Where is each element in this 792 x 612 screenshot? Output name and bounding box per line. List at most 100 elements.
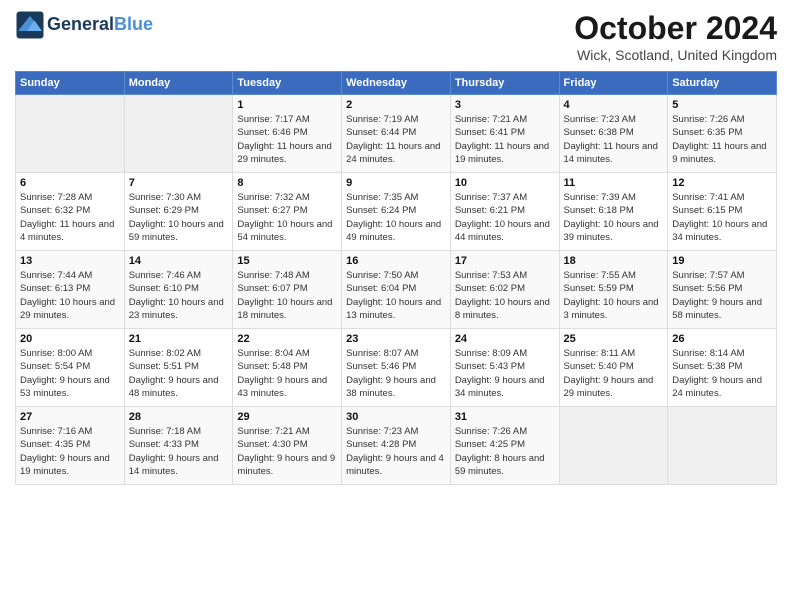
day-detail: Sunrise: 7:17 AMSunset: 6:46 PMDaylight:… bbox=[237, 113, 337, 166]
day-detail: Sunrise: 8:04 AMSunset: 5:48 PMDaylight:… bbox=[237, 347, 337, 400]
day-detail: Sunrise: 7:44 AMSunset: 6:13 PMDaylight:… bbox=[20, 269, 120, 322]
day-number: 26 bbox=[672, 333, 772, 345]
calendar-cell bbox=[668, 407, 777, 485]
day-number: 30 bbox=[346, 411, 446, 423]
day-number: 10 bbox=[455, 177, 555, 189]
day-detail: Sunrise: 7:32 AMSunset: 6:27 PMDaylight:… bbox=[237, 191, 337, 244]
calendar-cell: 13 Sunrise: 7:44 AMSunset: 6:13 PMDayligh… bbox=[16, 251, 125, 329]
calendar-cell: 8Sunrise: 7:32 AMSunset: 6:27 PMDaylight… bbox=[233, 173, 342, 251]
calendar-cell: 29 Sunrise: 7:21 AMSunset: 4:30 PMDayligh… bbox=[233, 407, 342, 485]
calendar-cell bbox=[16, 95, 125, 173]
calendar-cell: 14Sunrise: 7:46 AMSunset: 6:10 PMDayligh… bbox=[124, 251, 233, 329]
day-number: 4 bbox=[564, 99, 664, 111]
day-detail: Sunrise: 8:11 AMSunset: 5:40 PMDaylight:… bbox=[564, 347, 664, 400]
day-number: 19 bbox=[672, 255, 772, 267]
calendar-cell: 21 Sunrise: 8:02 AMSunset: 5:51 PMDayligh… bbox=[124, 329, 233, 407]
day-number: 31 bbox=[455, 411, 555, 423]
title-block: October 2024 Wick, Scotland, United King… bbox=[574, 10, 777, 63]
month-title: October 2024 bbox=[574, 10, 777, 47]
day-detail: Sunrise: 7:50 AMSunset: 6:04 PMDaylight:… bbox=[346, 269, 446, 322]
calendar-cell: 27 Sunrise: 7:16 AMSunset: 4:35 PMDayligh… bbox=[16, 407, 125, 485]
day-detail: Sunrise: 7:19 AMSunset: 6:44 PMDaylight:… bbox=[346, 113, 446, 166]
calendar-cell: 30 Sunrise: 7:23 AMSunset: 4:28 PMDayligh… bbox=[342, 407, 451, 485]
weekday-header-saturday: Saturday bbox=[668, 72, 777, 95]
logo-icon bbox=[15, 10, 45, 40]
day-number: 13 bbox=[20, 255, 120, 267]
day-detail: Sunrise: 7:26 AMSunset: 4:25 PMDaylight:… bbox=[455, 425, 555, 478]
calendar-cell: 26 Sunrise: 8:14 AMSunset: 5:38 PMDayligh… bbox=[668, 329, 777, 407]
day-number: 27 bbox=[20, 411, 120, 423]
day-number: 11 bbox=[564, 177, 664, 189]
calendar-cell: 18 Sunrise: 7:55 AMSunset: 5:59 PMDayligh… bbox=[559, 251, 668, 329]
day-detail: Sunrise: 7:48 AMSunset: 6:07 PMDaylight:… bbox=[237, 269, 337, 322]
calendar-week-row: 27 Sunrise: 7:16 AMSunset: 4:35 PMDayligh… bbox=[16, 407, 777, 485]
calendar-cell: 17 Sunrise: 7:53 AMSunset: 6:02 PMDayligh… bbox=[450, 251, 559, 329]
day-detail: Sunrise: 8:14 AMSunset: 5:38 PMDaylight:… bbox=[672, 347, 772, 400]
day-number: 16 bbox=[346, 255, 446, 267]
day-detail: Sunrise: 8:09 AMSunset: 5:43 PMDaylight:… bbox=[455, 347, 555, 400]
day-detail: Sunrise: 7:26 AMSunset: 6:35 PMDaylight:… bbox=[672, 113, 772, 166]
calendar-cell: 4 Sunrise: 7:23 AMSunset: 6:38 PMDaylight… bbox=[559, 95, 668, 173]
day-number: 21 bbox=[129, 333, 229, 345]
day-detail: Sunrise: 7:53 AMSunset: 6:02 PMDaylight:… bbox=[455, 269, 555, 322]
calendar-cell: 28Sunrise: 7:18 AMSunset: 4:33 PMDayligh… bbox=[124, 407, 233, 485]
calendar-cell: 16 Sunrise: 7:50 AMSunset: 6:04 PMDayligh… bbox=[342, 251, 451, 329]
day-detail: Sunrise: 7:30 AMSunset: 6:29 PMDaylight:… bbox=[129, 191, 229, 244]
calendar-cell: 12Sunrise: 7:41 AMSunset: 6:15 PMDayligh… bbox=[668, 173, 777, 251]
day-number: 7 bbox=[129, 177, 229, 189]
day-detail: Sunrise: 7:28 AMSunset: 6:32 PMDaylight:… bbox=[20, 191, 120, 244]
calendar-week-row: 20Sunrise: 8:00 AMSunset: 5:54 PMDayligh… bbox=[16, 329, 777, 407]
calendar-cell: 22 Sunrise: 8:04 AMSunset: 5:48 PMDayligh… bbox=[233, 329, 342, 407]
day-number: 9 bbox=[346, 177, 446, 189]
day-number: 29 bbox=[237, 411, 337, 423]
calendar-cell: 20Sunrise: 8:00 AMSunset: 5:54 PMDayligh… bbox=[16, 329, 125, 407]
day-detail: Sunrise: 7:55 AMSunset: 5:59 PMDaylight:… bbox=[564, 269, 664, 322]
day-number: 15 bbox=[237, 255, 337, 267]
day-number: 3 bbox=[455, 99, 555, 111]
calendar-cell: 31 Sunrise: 7:26 AMSunset: 4:25 PMDayligh… bbox=[450, 407, 559, 485]
calendar-cell: 24 Sunrise: 8:09 AMSunset: 5:43 PMDayligh… bbox=[450, 329, 559, 407]
weekday-header-thursday: Thursday bbox=[450, 72, 559, 95]
day-detail: Sunrise: 7:16 AMSunset: 4:35 PMDaylight:… bbox=[20, 425, 120, 478]
day-detail: Sunrise: 7:23 AMSunset: 6:38 PMDaylight:… bbox=[564, 113, 664, 166]
calendar-cell: 3 Sunrise: 7:21 AMSunset: 6:41 PMDaylight… bbox=[450, 95, 559, 173]
day-detail: Sunrise: 7:57 AMSunset: 5:56 PMDaylight:… bbox=[672, 269, 772, 322]
day-detail: Sunrise: 8:02 AMSunset: 5:51 PMDaylight:… bbox=[129, 347, 229, 400]
day-number: 2 bbox=[346, 99, 446, 111]
calendar-cell: 1 Sunrise: 7:17 AMSunset: 6:46 PMDaylight… bbox=[233, 95, 342, 173]
calendar-cell: 23Sunrise: 8:07 AMSunset: 5:46 PMDayligh… bbox=[342, 329, 451, 407]
calendar-cell: 9 Sunrise: 7:35 AMSunset: 6:24 PMDaylight… bbox=[342, 173, 451, 251]
calendar-table: SundayMondayTuesdayWednesdayThursdayFrid… bbox=[15, 71, 777, 485]
day-detail: Sunrise: 7:23 AMSunset: 4:28 PMDaylight:… bbox=[346, 425, 446, 478]
day-number: 28 bbox=[129, 411, 229, 423]
weekday-header-sunday: Sunday bbox=[16, 72, 125, 95]
day-number: 1 bbox=[237, 99, 337, 111]
day-detail: Sunrise: 7:21 AMSunset: 4:30 PMDaylight:… bbox=[237, 425, 337, 478]
calendar-week-row: 1 Sunrise: 7:17 AMSunset: 6:46 PMDaylight… bbox=[16, 95, 777, 173]
location: Wick, Scotland, United Kingdom bbox=[574, 47, 777, 63]
weekday-header-tuesday: Tuesday bbox=[233, 72, 342, 95]
weekday-header-monday: Monday bbox=[124, 72, 233, 95]
day-number: 5 bbox=[672, 99, 772, 111]
weekday-header-friday: Friday bbox=[559, 72, 668, 95]
calendar-week-row: 6Sunrise: 7:28 AMSunset: 6:32 PMDaylight… bbox=[16, 173, 777, 251]
day-number: 22 bbox=[237, 333, 337, 345]
calendar-cell bbox=[124, 95, 233, 173]
day-detail: Sunrise: 7:21 AMSunset: 6:41 PMDaylight:… bbox=[455, 113, 555, 166]
calendar-cell: 15 Sunrise: 7:48 AMSunset: 6:07 PMDayligh… bbox=[233, 251, 342, 329]
logo-text: GeneralBlue bbox=[47, 15, 153, 35]
day-detail: Sunrise: 7:41 AMSunset: 6:15 PMDaylight:… bbox=[672, 191, 772, 244]
page-container: GeneralBlue October 2024 Wick, Scotland,… bbox=[0, 0, 792, 495]
logo: GeneralBlue bbox=[15, 10, 153, 40]
calendar-cell: 6Sunrise: 7:28 AMSunset: 6:32 PMDaylight… bbox=[16, 173, 125, 251]
calendar-cell: 2 Sunrise: 7:19 AMSunset: 6:44 PMDaylight… bbox=[342, 95, 451, 173]
day-detail: Sunrise: 7:35 AMSunset: 6:24 PMDaylight:… bbox=[346, 191, 446, 244]
day-detail: Sunrise: 8:00 AMSunset: 5:54 PMDaylight:… bbox=[20, 347, 120, 400]
day-number: 18 bbox=[564, 255, 664, 267]
day-number: 17 bbox=[455, 255, 555, 267]
calendar-week-row: 13 Sunrise: 7:44 AMSunset: 6:13 PMDayligh… bbox=[16, 251, 777, 329]
calendar-cell: 19 Sunrise: 7:57 AMSunset: 5:56 PMDayligh… bbox=[668, 251, 777, 329]
day-number: 23 bbox=[346, 333, 446, 345]
day-detail: Sunrise: 7:39 AMSunset: 6:18 PMDaylight:… bbox=[564, 191, 664, 244]
day-number: 24 bbox=[455, 333, 555, 345]
